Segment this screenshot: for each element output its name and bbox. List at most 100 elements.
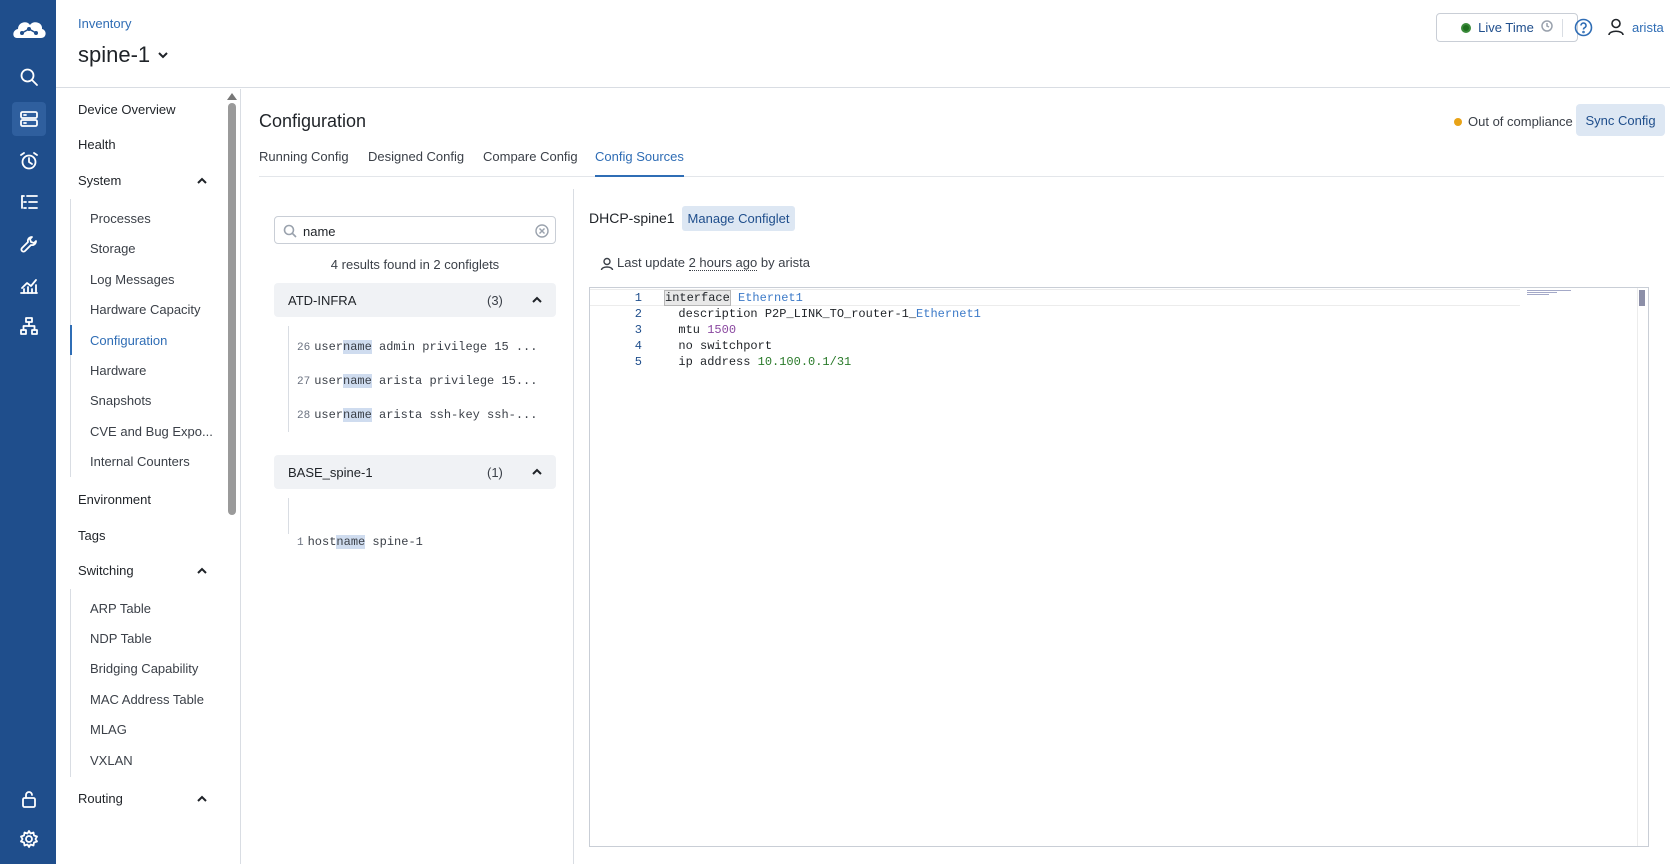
tab-designed-config[interactable]: Designed Config (368, 149, 464, 177)
user-icon (600, 257, 614, 271)
nav-vxlan[interactable]: VXLAN (90, 753, 133, 768)
editor-scroll-thumb[interactable] (1639, 290, 1645, 306)
nav-snapshots[interactable]: Snapshots (90, 393, 151, 408)
topology-icon[interactable] (12, 309, 46, 343)
search-field[interactable] (274, 216, 556, 244)
live-status-dot (1461, 22, 1472, 33)
search-input[interactable] (303, 221, 523, 241)
analytics-icon[interactable] (12, 268, 46, 302)
code-text: no switchport (678, 339, 773, 353)
manage-configlet-button[interactable]: Manage Configlet (682, 206, 795, 231)
result-line-number: 26 (297, 342, 311, 354)
code-line[interactable]: 5 ip address 10.100.0.1/31 (590, 354, 1520, 371)
logo-icon[interactable] (10, 14, 48, 46)
nav-ndp-table[interactable]: NDP Table (90, 631, 152, 646)
result-text-pre: host (307, 535, 337, 549)
tab-running-config[interactable]: Running Config (259, 149, 349, 177)
chevron-up-icon[interactable] (196, 175, 208, 187)
editor-scrollbar[interactable] (1637, 288, 1647, 846)
chevron-up-icon[interactable] (196, 793, 208, 805)
search-results-count: 4 results found in 2 configlets (330, 257, 500, 272)
line-number: 2 (634, 307, 642, 321)
code-value: 10.100.0.1/31 (757, 355, 852, 369)
line-number: 3 (634, 323, 642, 337)
configlet-group-header[interactable]: BASE_spine-1 (1) (274, 455, 556, 489)
chevron-up-icon[interactable] (531, 294, 543, 306)
result-line-number: 28 (297, 410, 311, 422)
nav-storage[interactable]: Storage (90, 241, 136, 256)
search-result-row[interactable]: 28 username arista ssh-key ssh-... (297, 408, 547, 422)
clear-icon[interactable] (535, 224, 549, 238)
editor-minimap[interactable] (1527, 290, 1571, 298)
search-result-row[interactable]: 1 hostname spine-1 (297, 535, 547, 549)
user-icon[interactable] (1606, 17, 1626, 37)
user-name[interactable]: arista (1632, 20, 1664, 35)
nav-cve-bug-exposure[interactable]: CVE and Bug Expo... (90, 424, 213, 439)
nav-scrollbar[interactable] (228, 103, 236, 515)
result-text-pre: user (314, 374, 344, 388)
line-number: 5 (634, 355, 642, 369)
nav-hardware[interactable]: Hardware (90, 363, 146, 378)
clock-icon (1541, 20, 1553, 35)
code-line[interactable]: 1 interface Ethernet1 (590, 289, 1520, 306)
result-match: name (343, 374, 372, 388)
result-text-post: spine-1 (365, 535, 423, 549)
header-divider (1562, 19, 1563, 37)
nav-switching[interactable]: Switching (78, 563, 134, 578)
nav-arp-table[interactable]: ARP Table (90, 601, 151, 616)
tab-config-sources[interactable]: Config Sources (595, 149, 684, 177)
search-icon[interactable] (12, 60, 46, 94)
settings-icon[interactable] (12, 822, 46, 856)
search-icon (283, 224, 297, 238)
config-editor[interactable]: 1 interface Ethernet1 2 description P2P_L… (589, 287, 1649, 847)
page-header: Inventory spine-1 Live Time arista (56, 0, 1670, 88)
lock-icon[interactable] (12, 782, 46, 816)
chevron-up-icon[interactable] (196, 565, 208, 577)
main-content: Configuration Out of compliance Sync Con… (241, 89, 1670, 864)
nav-routing[interactable]: Routing (78, 791, 123, 806)
nav-log-messages[interactable]: Log Messages (90, 272, 175, 287)
nav-configuration[interactable]: Configuration (90, 333, 167, 348)
device-name: spine-1 (78, 42, 151, 67)
breadcrumb-inventory[interactable]: Inventory (78, 16, 131, 31)
nav-internal-counters[interactable]: Internal Counters (90, 454, 190, 469)
nav-system[interactable]: System (78, 173, 121, 188)
devices-icon[interactable] (12, 102, 46, 136)
code-line[interactable]: 4 no switchport (590, 338, 1520, 355)
nav-environment[interactable]: Environment (78, 492, 151, 507)
device-selector[interactable]: spine-1 (78, 42, 170, 68)
nav-mlag[interactable]: MLAG (90, 722, 127, 737)
nav-mac-address-table[interactable]: MAC Address Table (90, 692, 204, 707)
nav-health[interactable]: Health (78, 137, 116, 152)
line-number: 4 (634, 339, 642, 353)
nav-active-indicator (70, 325, 72, 355)
nav-bridging-capability[interactable]: Bridging Capability (90, 661, 198, 676)
result-text-pre: user (314, 408, 344, 422)
scroll-up-arrow[interactable] (227, 93, 237, 100)
search-result-row[interactable]: 26 username admin privilege 15 ... (297, 340, 547, 354)
panel-divider (573, 189, 574, 864)
tab-compare-config[interactable]: Compare Config (483, 149, 578, 177)
help-icon[interactable] (1574, 18, 1593, 37)
code-line[interactable]: 2 description P2P_LINK_TO_router-1_Ether… (590, 306, 1520, 323)
code-keyword: interface (664, 290, 731, 306)
nav-hardware-capacity[interactable]: Hardware Capacity (90, 302, 201, 317)
nav-device-overview[interactable]: Device Overview (78, 102, 176, 117)
tools-icon[interactable] (12, 227, 46, 261)
update-time: 2 hours ago (688, 255, 758, 271)
code-line[interactable]: 3 mtu 1500 (590, 322, 1520, 339)
alarm-icon[interactable] (12, 144, 46, 178)
live-time-button[interactable]: Live Time (1436, 13, 1578, 42)
nav-tags[interactable]: Tags (78, 528, 105, 543)
sync-config-button[interactable]: Sync Config (1576, 104, 1665, 136)
icon-rail (0, 0, 56, 864)
search-result-row[interactable]: 27 username arista privilege 15... (297, 374, 547, 388)
chevron-up-icon[interactable] (531, 466, 543, 478)
result-text-post: admin privilege 15 ... (371, 340, 538, 354)
result-text-pre: user (314, 340, 344, 354)
nav-processes[interactable]: Processes (90, 211, 151, 226)
configlet-group-header[interactable]: ATD-INFRA (3) (274, 283, 556, 317)
tasks-icon[interactable] (12, 185, 46, 219)
